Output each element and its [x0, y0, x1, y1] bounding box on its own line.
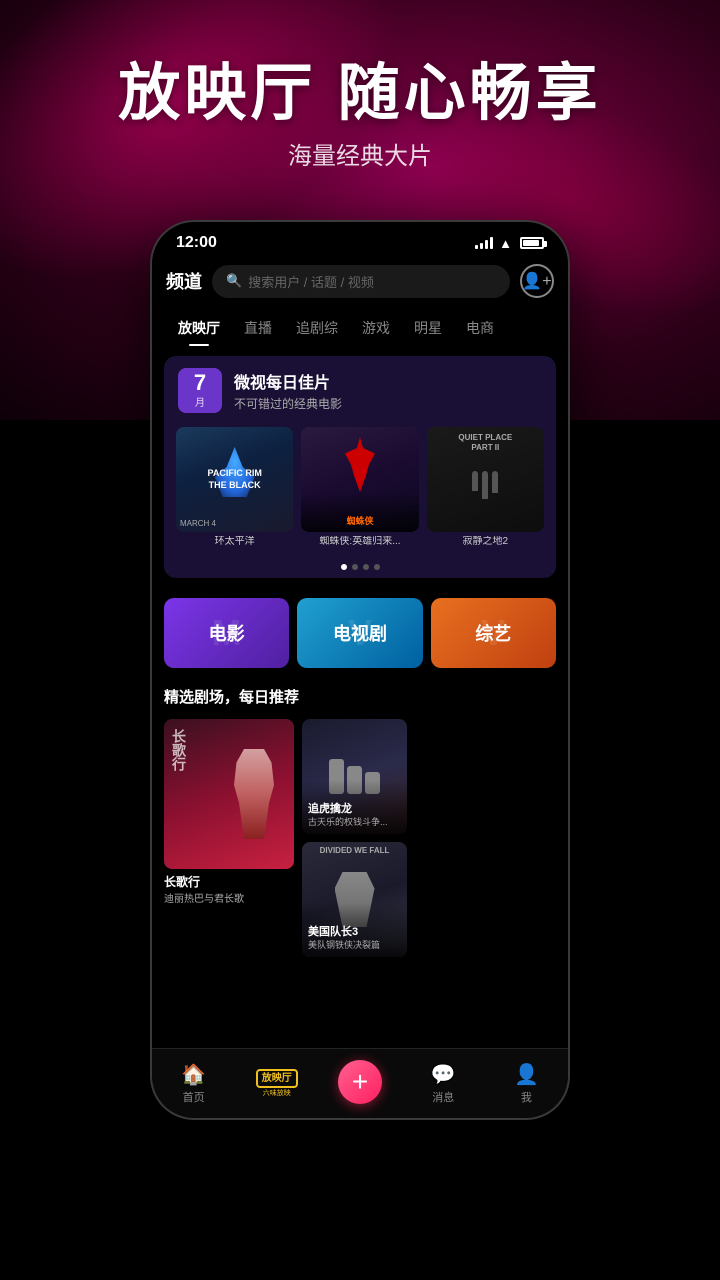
tab-drama[interactable]: 追剧综	[284, 310, 350, 346]
nav-plus[interactable]: +	[318, 1060, 401, 1108]
drama-zhui-container[interactable]: 追虎擒龙 古天乐的权钱斗争...	[302, 719, 407, 834]
plus-button[interactable]: +	[338, 1060, 382, 1104]
drama-zhui-desc: 古天乐的权钱斗争...	[308, 817, 401, 828]
nav-fanying-box: 放映厅	[256, 1069, 298, 1088]
featured-subtitle: 不可错过的经典电影	[234, 395, 342, 412]
carousel-dots	[164, 560, 556, 578]
category-movie[interactable]: M 电影	[164, 598, 289, 668]
drama-small-column: 追虎擒龙 古天乐的权钱斗争... DIVIDED WE FALL	[302, 719, 407, 957]
wifi-icon: ▲	[499, 236, 512, 251]
category-variety[interactable]: V 综艺	[431, 598, 556, 668]
content-area: 7 月 微视每日佳片 不可错过的经典电影 PACIFIC RIMTHE BLAC…	[152, 346, 568, 969]
phone-screen: 12:00 ▲ 频道 🔍 搜索用户 / 话题 / 视频	[152, 222, 568, 1118]
app-logo: 频道	[166, 268, 202, 294]
app-header: 频道 🔍 搜索用户 / 话题 / 视频 👤+	[152, 256, 568, 306]
hero-subtitle: 海量经典大片	[0, 136, 720, 171]
dot-1	[341, 564, 347, 570]
dot-4	[374, 564, 380, 570]
featured-title: 微视每日佳片	[234, 369, 342, 393]
drama-zhui[interactable]: 追虎擒龙 古天乐的权钱斗争...	[302, 719, 407, 834]
featured-card[interactable]: 7 月 微视每日佳片 不可错过的经典电影 PACIFIC RIMTHE BLAC…	[164, 356, 556, 578]
user-add-icon: 👤+	[522, 271, 551, 291]
hero-section: 放映厅 随心畅享 海量经典大片	[0, 60, 720, 171]
dot-3	[363, 564, 369, 570]
poster-quiet-label: 寂静之地2	[427, 536, 544, 548]
drama-cap-name: 美国队长3	[308, 923, 401, 939]
featured-title-section: 微视每日佳片 不可错过的经典电影	[234, 369, 342, 412]
search-bar[interactable]: 🔍 搜索用户 / 话题 / 视频	[212, 265, 510, 298]
poster-spiderman-label: 蜘蛛侠:英雄归来...	[301, 536, 418, 548]
home-icon: 🏠	[181, 1062, 206, 1087]
tab-live[interactable]: 直播	[232, 310, 284, 346]
search-icon: 🔍	[226, 273, 242, 289]
battery-icon	[520, 237, 544, 249]
date-month: 月	[186, 394, 214, 409]
poster-spiderman[interactable]: 蜘蛛侠 蜘蛛侠:英雄归来...	[301, 427, 418, 548]
drama-changge-name: 长歌行	[164, 873, 294, 890]
nav-message[interactable]: 💬 消息	[402, 1062, 485, 1105]
drama-changge-container[interactable]: 长歌行 长歌行 迪丽热巴与君长歌	[164, 719, 294, 957]
category-row: M 电影 V 电视剧 V 综艺	[152, 588, 568, 678]
tab-ecommerce[interactable]: 电商	[454, 310, 506, 346]
bottom-nav: 🏠 首页 放映厅 六味放映 + 💬 消息	[152, 1048, 568, 1118]
section-title: 精选剧场，每日推荐	[152, 678, 568, 713]
date-badge: 7 月	[178, 368, 222, 413]
tab-game[interactable]: 游戏	[350, 310, 402, 346]
hero-title: 放映厅 随心畅享	[0, 60, 720, 128]
phone-mockup: 12:00 ▲ 频道 🔍 搜索用户 / 话题 / 视频	[150, 220, 570, 1120]
message-icon: 💬	[431, 1062, 456, 1087]
nav-fanying-sub: 六味放映	[263, 1088, 291, 1098]
featured-header: 7 月 微视每日佳片 不可错过的经典电影	[164, 356, 556, 419]
nav-tabs: 放映厅 直播 追剧综 游戏 明星 电商	[152, 306, 568, 346]
nav-profile[interactable]: 👤 我	[485, 1062, 568, 1105]
plus-icon: +	[352, 1066, 368, 1098]
signal-icon	[475, 237, 493, 249]
nav-fanying[interactable]: 放映厅 六味放映	[235, 1069, 318, 1098]
poster-pacific-rim[interactable]: PACIFIC RIMTHE BLACK MARCH 4 环太平洋	[176, 427, 293, 548]
user-add-button[interactable]: 👤+	[520, 264, 554, 298]
dot-2	[352, 564, 358, 570]
drama-list: 长歌行 长歌行 迪丽热巴与君长歌	[152, 713, 568, 969]
posters-row: PACIFIC RIMTHE BLACK MARCH 4 环太平洋 蜘蛛侠	[164, 419, 556, 560]
category-variety-label: 综艺	[475, 620, 511, 646]
status-icons: ▲	[475, 236, 544, 251]
drama-cap-desc: 美队钢铁侠决裂篇	[308, 940, 401, 951]
poster-pacific-label: 环太平洋	[176, 536, 293, 548]
category-movie-label: 电影	[209, 620, 245, 646]
phone-notch	[300, 222, 420, 250]
tab-fanying[interactable]: 放映厅	[166, 310, 232, 346]
category-tv-label: 电视剧	[333, 620, 387, 646]
drama-zhui-name: 追虎擒龙	[308, 800, 401, 816]
status-time: 12:00	[176, 234, 217, 252]
tab-star[interactable]: 明星	[402, 310, 454, 346]
drama-changge-desc: 迪丽热巴与君长歌	[164, 890, 294, 905]
category-tv[interactable]: V 电视剧	[297, 598, 422, 668]
search-placeholder: 搜索用户 / 话题 / 视频	[248, 272, 374, 291]
drama-cap-container[interactable]: DIVIDED WE FALL 美国队长3 美队钢铁侠决裂篇	[302, 842, 407, 957]
profile-icon: 👤	[514, 1062, 539, 1087]
date-day: 7	[186, 372, 214, 394]
drama-cap[interactable]: DIVIDED WE FALL 美国队长3 美队钢铁侠决裂篇	[302, 842, 407, 957]
nav-home[interactable]: 🏠 首页	[152, 1062, 235, 1105]
nav-message-label: 消息	[432, 1089, 454, 1105]
nav-profile-label: 我	[521, 1089, 532, 1105]
drama-changge[interactable]: 长歌行	[164, 719, 294, 869]
nav-home-label: 首页	[183, 1089, 205, 1105]
poster-quiet-place[interactable]: QUIET PLACEPART II 寂静之地2	[427, 427, 544, 548]
